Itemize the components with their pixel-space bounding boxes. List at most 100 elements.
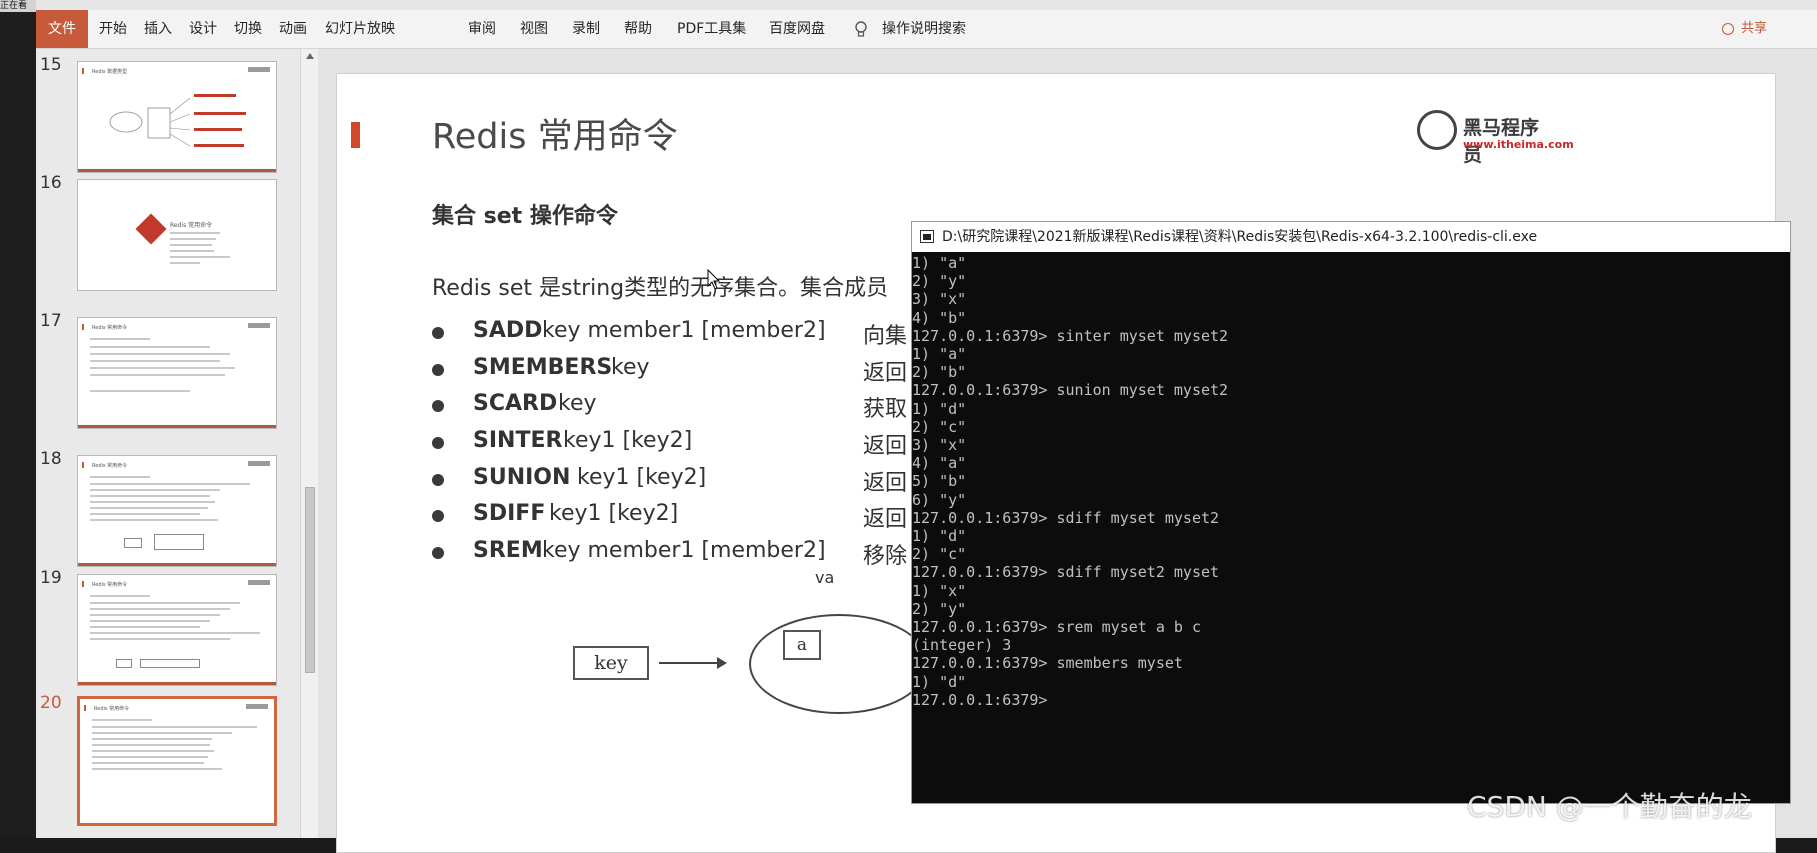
thumb-section-badge [135,213,167,245]
tab-file[interactable]: 文件 [36,10,88,48]
window-title-fragment: 正在看 [0,0,36,12]
diagram-set-ellipse [749,614,929,714]
left-edge-strip [0,12,36,838]
thumbnail-scrollbar[interactable] [300,49,319,838]
thumb-diagram [109,94,246,147]
thumb-line [170,232,220,234]
scroll-up-arrow-icon[interactable] [306,53,314,59]
diagram-key-box: key [573,646,649,680]
redis-cli-console-window[interactable]: D:\研究院课程\2021新版课程\Redis课程\资料\Redis安装包\Re… [911,221,1791,804]
thumb-line [92,750,214,752]
console-app-icon [920,230,934,243]
tab-animations[interactable]: 动画 [279,10,307,48]
slide-number: 15 [40,55,62,75]
tab-record[interactable]: 录制 [572,10,600,48]
command-name: SUNION [473,465,571,490]
thumb-title: Redis 常用命令 [170,222,213,229]
tab-pdf-tools[interactable]: PDF工具集 [677,10,746,48]
tell-me-search[interactable]: 操作说明搜索 [882,10,966,48]
slide-thumbnail-19[interactable]: Redis 常用命令 [77,574,277,686]
diagram-arrow-line [659,662,719,664]
command-name: SREM [473,538,543,563]
tab-help[interactable]: 帮助 [624,10,652,48]
tab-review[interactable]: 审阅 [468,10,496,48]
command-args: key member1 [member2] [542,538,826,563]
itheima-logo: 黑马程序员 www.itheima.com [1417,110,1574,166]
command-desc: 返回 [863,361,908,386]
thumb-line [90,353,230,355]
thumb-line [92,744,210,746]
console-line: 1) "d" [912,399,967,418]
thumb-line [170,244,212,246]
slide-title[interactable]: Redis 常用命令 [432,108,678,159]
lightbulb-icon[interactable] [853,20,869,38]
slide-number: 17 [40,311,62,331]
tab-insert[interactable]: 插入 [144,10,172,48]
command-args: key1 [key2] [577,465,707,490]
tab-view[interactable]: 视图 [520,10,548,48]
intro-text[interactable]: Redis set 是string类型的无序集合。集合成员 [432,270,888,302]
tab-baidu-netdisk[interactable]: 百度网盘 [769,10,825,48]
thumb-key-box [124,538,142,548]
slide-thumbnail-17[interactable]: Redis 常用命令 [77,317,277,429]
thumb-title: Redis 常用命令 [92,325,128,331]
console-line: 2) "c" [912,545,967,564]
bullet [432,437,444,449]
slide-thumbnail-18[interactable]: Redis 常用命令 [77,455,277,567]
console-line: 1) "d" [912,672,967,691]
slide-thumbnail-15[interactable]: Redis 数据类型 [77,61,277,173]
thumb-line [92,756,208,758]
console-line: 127.0.0.1:6379> smembers myset [912,654,1183,673]
tab-slideshow[interactable]: 幻灯片放映 [325,10,395,48]
tab-design[interactable]: 设计 [189,10,217,48]
console-line: 127.0.0.1:6379> sdiff myset2 myset [912,563,1220,582]
thumb-title: Redis 数据类型 [92,69,128,75]
console-line: 1) "x" [912,581,967,600]
thumb-line [92,732,232,734]
command-name: SDIFF [473,501,546,526]
slide-thumbnail-16[interactable]: Redis 常用命令 [77,179,277,291]
slide-thumbnail-20[interactable]: Redis 常用命令 [77,696,277,826]
thumb-line [90,390,190,392]
thumb-line [92,719,152,721]
command-name: SMEMBERS [473,355,613,380]
share-button[interactable]: 共享 [1721,10,1767,48]
console-line: 4) "b" [912,308,967,327]
thumb-list-box [140,659,200,668]
share-label: 共享 [1740,21,1767,36]
mouse-cursor-icon [707,269,721,290]
scrollbar-thumb[interactable] [305,487,315,673]
console-line: 2) "b" [912,363,967,382]
thumb-key-box [116,659,132,668]
thumb-logo [248,461,270,466]
console-line: 2) "c" [912,417,967,436]
command-desc: 返回 [863,507,908,532]
bullet [432,400,444,412]
console-line: 2) "y" [912,599,967,618]
csdn-watermark: CSDN @一个勤奋的龙 [1467,790,1752,823]
thumb-line [90,602,240,604]
bullet [432,510,444,522]
tab-home[interactable]: 开始 [99,10,127,48]
thumb-line [90,632,260,634]
section-heading[interactable]: 集合 set 操作命令 [432,198,618,230]
thumb-line [90,495,210,497]
command-desc: 向集 [863,324,908,349]
slide-thumbnail-pane: 15 Redis 数据类型 16 Redis 常用命令 17 Redis 常用命… [36,49,300,838]
thumb-line [170,250,214,252]
tab-transitions[interactable]: 切换 [234,10,262,48]
console-line: (integer) 3 [912,636,1012,655]
console-line: 1) "d" [912,527,967,546]
console-line: 1) "a" [912,254,967,272]
console-line: 127.0.0.1:6379> sinter myset myset2 [912,326,1229,345]
console-title: D:\研究院课程\2021新版课程\Redis课程\资料\Redis安装包\Re… [942,229,1538,245]
diagram-arrow-head-icon [717,657,727,669]
console-title-bar[interactable]: D:\研究院课程\2021新版课程\Redis课程\资料\Redis安装包\Re… [912,222,1790,252]
diagram-member-box: a [783,630,821,660]
logo-url: www.itheima.com [1463,138,1574,151]
thumb-title: Redis 常用命令 [92,463,128,469]
thumb-accent [84,705,86,711]
console-line: 127.0.0.1:6379> sunion myset myset2 [912,381,1229,400]
bullet [432,547,444,559]
console-output[interactable]: 1) "a" 2) "y" 3) "x" 4) "b" 127.0.0.1:6379> … [912,254,1790,803]
